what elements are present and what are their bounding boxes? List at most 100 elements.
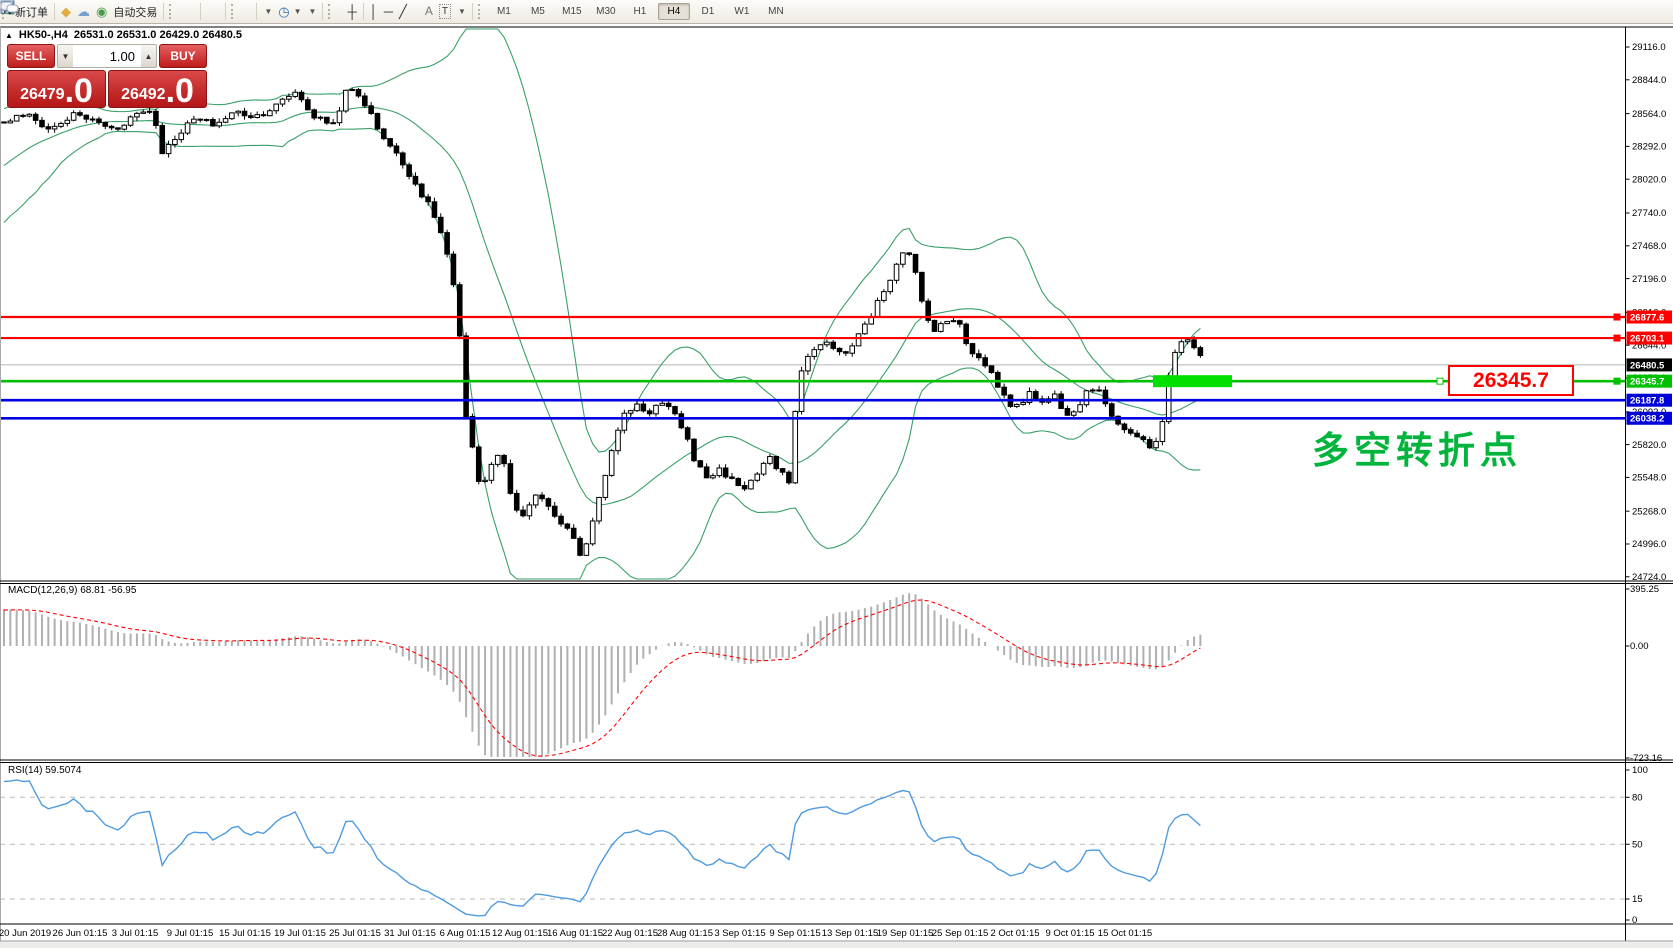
time-axis-label: 19 Jul 01:15 [274,928,326,939]
signals-button[interactable]: ◉ [93,1,110,22]
timeframe-m5[interactable]: M5 [522,3,554,20]
horizontal-line-button[interactable]: ─ [381,1,396,22]
candle-body [494,454,501,465]
line-marker[interactable] [1613,377,1621,385]
candle-body [532,494,539,506]
candle-body [874,299,881,318]
highlight-segment[interactable] [1153,375,1232,388]
chart-note-text[interactable]: 多空转折点 [1312,420,1522,474]
fibonacci-button[interactable]: F [1,1,422,22]
sell-price-panel[interactable]: 26479.0 [7,70,106,108]
candle-body [317,116,324,119]
volume-increase-button[interactable]: ▲ [141,45,156,67]
candle-body [184,122,191,134]
terminal-window: { "toolbar": { "new_order_label": "新订单",… [0,0,1673,948]
candle-body [862,323,868,335]
price-tick-label: 27196.0 [1632,274,1666,285]
arrows-button[interactable]: ▼ [1,1,469,22]
tile-windows-button[interactable] [0,0,222,22]
candle-body [887,279,894,293]
crosshair-button[interactable]: ┼ [344,1,359,22]
candle-body [197,118,204,121]
templates-button[interactable]: ▼ [0,0,320,22]
candle-body [944,320,950,325]
macd-axis-label: 0.00 [1630,641,1649,652]
line-chart-button[interactable] [0,1,197,22]
history-center-button[interactable]: ◆ [58,1,74,22]
rsi-axis-label: 15 [1632,894,1643,905]
sell-price: 26479 [20,86,65,103]
new-order-label: 新订单 [15,6,48,19]
vertical-line-icon: │ [369,4,378,19]
candle-body [172,139,178,145]
candle-body [551,505,558,517]
line-marker[interactable] [1613,313,1621,321]
candle-body [659,402,666,406]
candle-body [418,183,425,198]
text-button[interactable]: A [422,1,436,22]
symbol-period-label: HK50-,H4 [18,29,68,41]
timeframe-m1[interactable]: M1 [488,3,520,20]
buy-button[interactable]: BUY [159,44,207,68]
timeframe-w1[interactable]: W1 [726,3,758,20]
candle-body [754,473,761,481]
candle-body [229,112,235,120]
chart-shift-button[interactable] [1,1,253,22]
candle-body [1146,439,1153,449]
timeframe-mn[interactable]: MN [760,3,792,20]
collapse-panel-icon[interactable]: ▲ [5,31,13,40]
trendline-button[interactable]: ╱ [396,1,410,22]
auto-trading-button[interactable]: 自动交易 [1,1,160,22]
trade-cloud-button[interactable]: ☁ [74,1,93,22]
candle-body [976,353,982,359]
candle-body [906,252,912,255]
candle-body [387,138,393,147]
volume-input[interactable]: 1.00 [73,45,141,67]
candle-body [678,413,685,429]
candle-body [298,91,305,101]
candle-body [83,114,90,120]
line-marker[interactable] [1436,377,1444,385]
caret-down-icon: ▼ [293,7,302,16]
candle-body [77,112,83,116]
indicators-button[interactable]: ▼ [0,1,275,22]
candle-body [45,126,52,130]
vertical-line-button[interactable]: │ [367,1,381,22]
buy-price-panel[interactable]: 26492.0 [108,70,207,108]
price-callout-box[interactable]: 26345.7 [1448,365,1574,396]
candle-body [1121,423,1128,431]
candle-body [444,232,450,255]
text-label-button[interactable]: T [436,1,454,22]
volume-decrease-button[interactable]: ▼ [58,45,73,67]
timeframe-h4[interactable]: H4 [657,3,690,20]
candle-body [1,121,7,124]
candle-body [830,341,837,349]
candle-body [817,344,824,351]
timeframe-h1[interactable]: H1 [624,3,656,20]
candle-body [1032,391,1039,400]
price-tick-label: 28020.0 [1632,174,1666,185]
candle-body [1134,432,1140,438]
timeframe-m30[interactable]: M30 [590,3,622,20]
candle-body [520,509,526,517]
candle-body [615,429,621,452]
line-marker[interactable] [1613,334,1621,342]
candle-body [267,110,273,117]
candle-body [1153,440,1159,449]
chart-canvas[interactable]: 29116.0 28844.0 28564.0 28292.0 28020.0 27740… [0,0,1673,948]
chat-icon[interactable] [0,0,19,15]
timeframe-m15[interactable]: M15 [556,3,588,20]
candle-body [406,164,412,177]
sell-button[interactable]: SELL [7,44,55,68]
auto-trading-label: 自动交易 [113,6,158,19]
timeframe-d1[interactable]: D1 [692,3,724,20]
candle-body [722,467,729,478]
time-axis-label: 3 Sep 01:15 [714,928,765,939]
candle-body [393,145,400,154]
candle-body [13,114,20,122]
candle-body [931,319,938,332]
periods-button[interactable]: ◷ ▼ [275,1,304,22]
candle-body [343,89,349,112]
equidistant-channel-button[interactable]: E [0,1,416,22]
candle-body [1127,429,1134,434]
